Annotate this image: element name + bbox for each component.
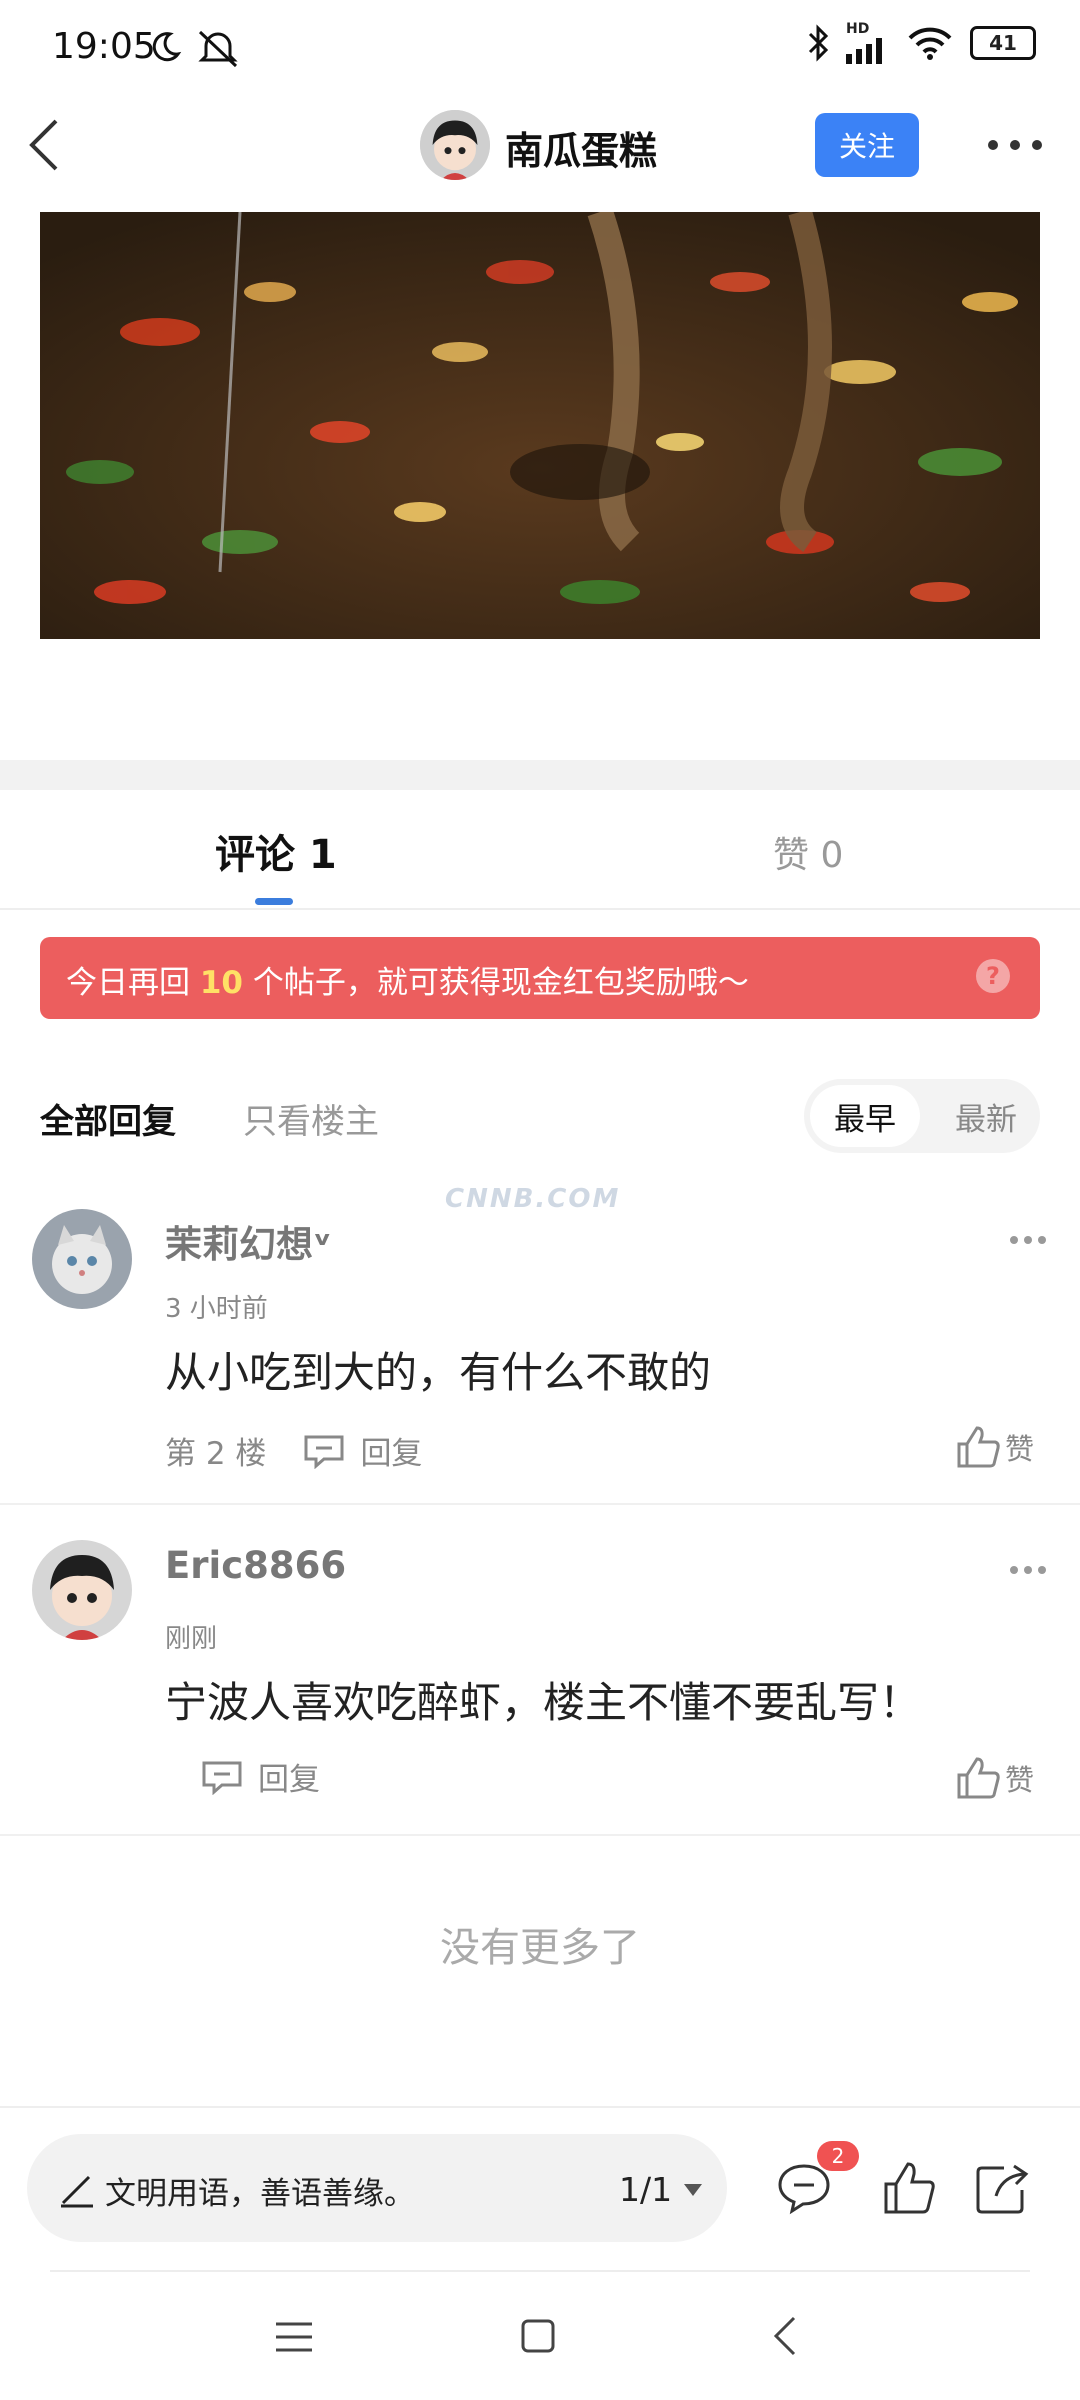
filter-op-only[interactable]: 只看楼主 [243, 1094, 379, 1143]
home-icon[interactable] [520, 2318, 556, 2354]
comment-time: 3 小时前 [165, 1294, 268, 1324]
bottom-bar-divider [0, 2106, 1080, 2108]
commenter-name[interactable]: 茉莉幻想ᵛ [165, 1214, 332, 1268]
sort-earliest[interactable]: 最早 [810, 1085, 920, 1147]
help-icon[interactable]: ? [976, 959, 1010, 993]
moon-icon [152, 32, 182, 62]
post-image[interactable] [40, 212, 1040, 639]
commenter-name[interactable]: Eric8866 [165, 1544, 346, 1587]
banner-text: 今日再回 10 个帖子，就可获得现金红包奖励哦～ [66, 965, 749, 1001]
nav-back-icon[interactable] [770, 2314, 800, 2358]
comment-like-button[interactable]: 赞 [955, 1755, 1034, 1801]
thumb-up-icon [957, 1757, 1000, 1799]
reply-bubble-icon[interactable] [302, 1433, 346, 1469]
comment-count-badge: 2 [817, 2141, 859, 2171]
comment-meta: 第 2 楼 回复 [165, 1428, 422, 1473]
end-of-list-label: 没有更多了 [440, 1925, 640, 1971]
follow-button[interactable]: 关注 [815, 113, 919, 177]
input-placeholder: 文明用语，善语善缘。 [105, 2176, 415, 2212]
comment-text: 宁波人喜欢吃醉虾，楼主不懂不要乱写！ [165, 1678, 922, 1727]
tab-active-indicator [255, 898, 293, 905]
dropdown-triangle-icon [684, 2183, 703, 2196]
network-label: HD [846, 21, 870, 37]
reply-bubble-icon[interactable] [200, 1759, 244, 1795]
menu-icon[interactable] [274, 2320, 314, 2354]
thumb-up-icon [957, 1426, 1000, 1468]
battery-indicator: 41 [970, 26, 1036, 60]
author-name[interactable]: 南瓜蛋糕 [505, 120, 657, 175]
back-arrow-icon[interactable] [22, 115, 72, 175]
comment-floor: 第 2 楼 [165, 1436, 267, 1472]
banner-number: 10 [199, 965, 243, 1001]
watermark: CNNB.COM [445, 1184, 621, 1214]
wifi-icon [908, 27, 952, 60]
pencil-icon [61, 2175, 93, 2208]
bluetooth-icon [808, 24, 829, 62]
comment-divider [0, 1503, 1080, 1505]
status-bar: 19:05 HD 41 [0, 0, 1080, 100]
comment-text: 从小吃到大的，有什么不敢的 [165, 1348, 712, 1397]
comment-more-icon[interactable] [1008, 1234, 1048, 1246]
author-avatar[interactable] [420, 110, 490, 180]
nav-divider [50, 2270, 1030, 2272]
comment-input[interactable]: 文明用语，善语善缘。 1/1 [27, 2134, 727, 2242]
sort-toggle: 最早 最新 [804, 1079, 1040, 1153]
sort-newest[interactable]: 最新 [936, 1085, 1036, 1147]
reply-button[interactable]: 回复 [360, 1428, 422, 1473]
comment-more-icon[interactable] [1008, 1564, 1048, 1576]
status-time: 19:05 [52, 26, 156, 67]
section-divider [0, 760, 1080, 790]
status-icons: HD 41 [806, 22, 1036, 64]
like-icon[interactable] [882, 2160, 936, 2216]
more-options-icon[interactable] [985, 135, 1045, 155]
share-icon[interactable] [974, 2160, 1032, 2216]
reply-button[interactable]: 回复 [258, 1754, 320, 1799]
filter-all-replies[interactable]: 全部回复 [40, 1094, 176, 1143]
page-selector[interactable]: 1/1 [619, 2170, 704, 2209]
comment-time: 刚刚 [165, 1624, 218, 1654]
tabs-divider [0, 908, 1080, 910]
comment-divider [0, 1834, 1080, 1836]
reward-banner[interactable]: 今日再回 10 个帖子，就可获得现金红包奖励哦～ ? [40, 937, 1040, 1019]
comment-like-button[interactable]: 赞 [955, 1424, 1034, 1470]
mute-bell-icon [198, 30, 238, 68]
tab-likes[interactable]: 赞 0 [773, 826, 843, 878]
signal-icon [846, 38, 882, 64]
tab-comments[interactable]: 评论 1 [215, 822, 337, 880]
commenter-avatar[interactable] [32, 1209, 132, 1309]
commenter-avatar[interactable] [32, 1540, 132, 1640]
comment-meta: 回复 [200, 1754, 320, 1799]
